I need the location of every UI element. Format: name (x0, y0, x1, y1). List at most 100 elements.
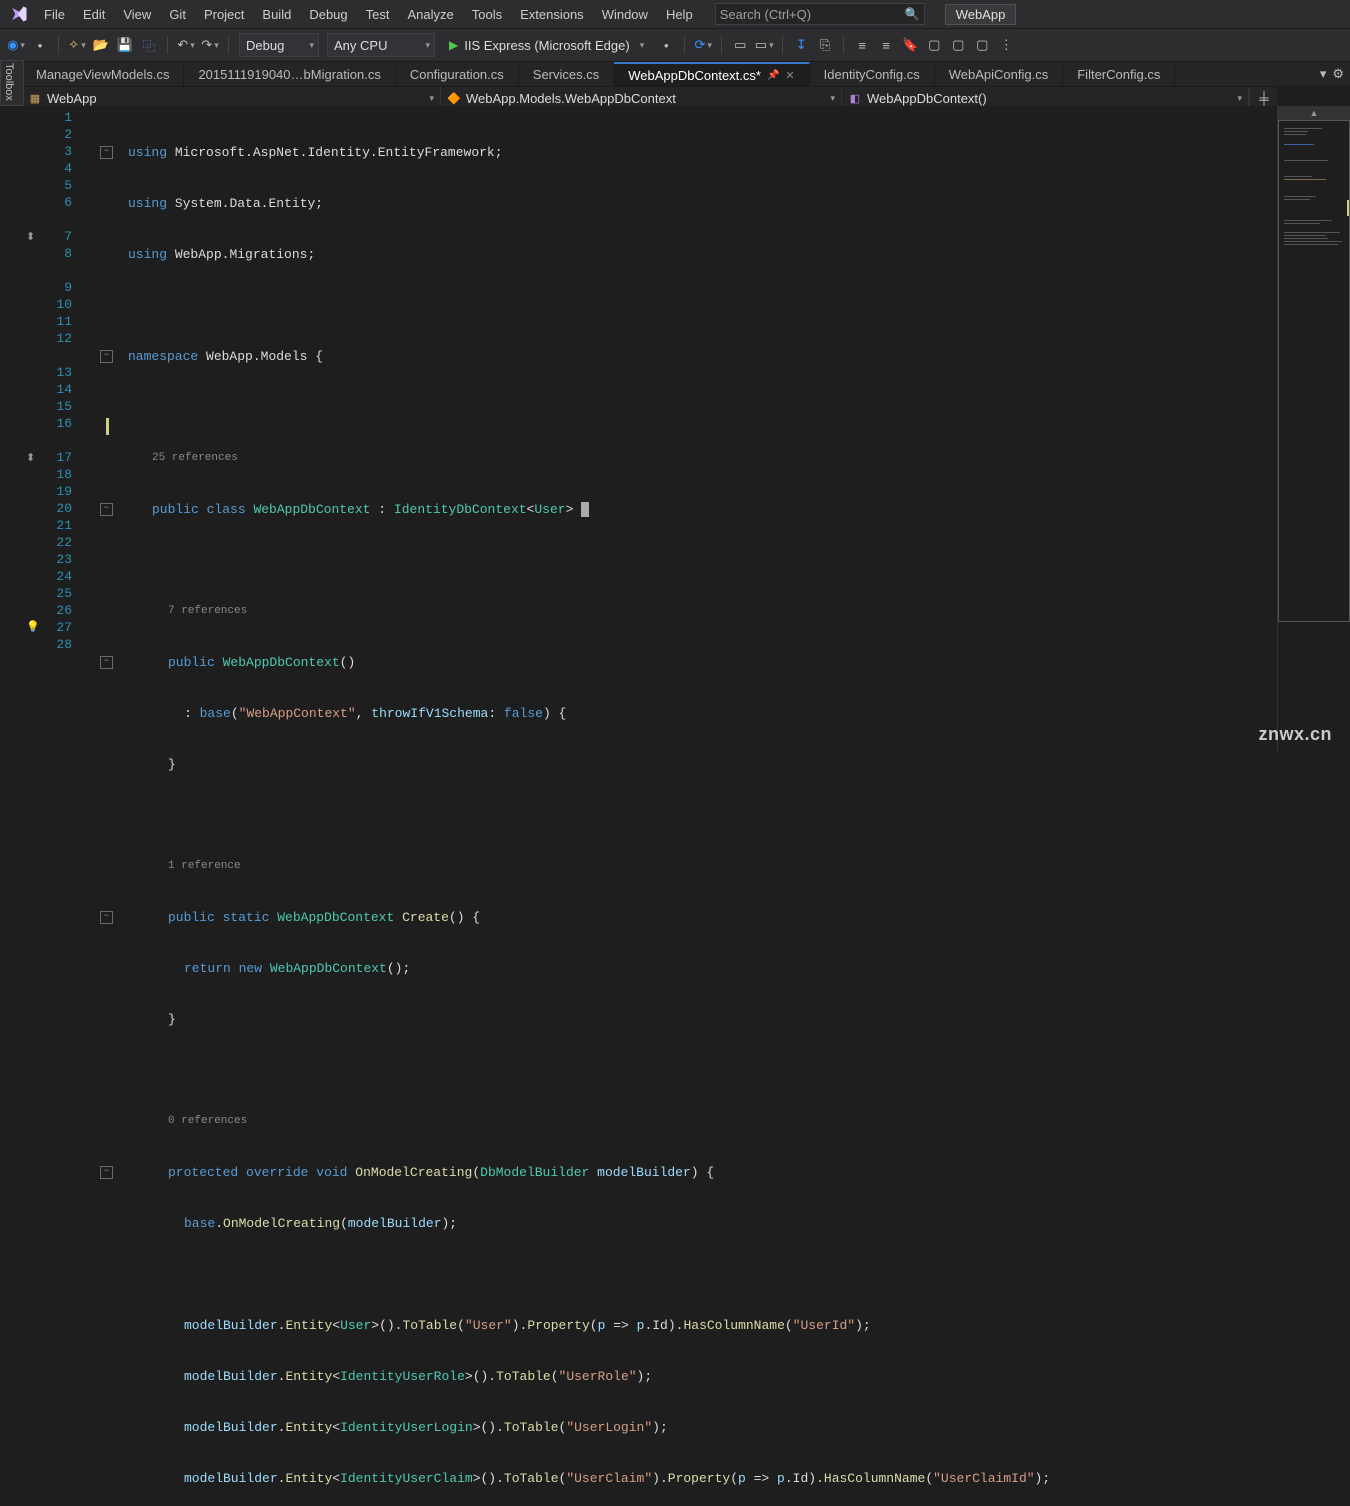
forward-nav-button[interactable]: • (30, 35, 50, 55)
tab-webapi-config[interactable]: WebApiConfig.cs (935, 62, 1063, 86)
browser-dropdown[interactable]: ▭ (754, 35, 774, 55)
tab-filter-config[interactable]: FilterConfig.cs (1063, 62, 1175, 86)
menu-file[interactable]: File (36, 4, 73, 25)
menu-project[interactable]: Project (196, 4, 252, 25)
separator (228, 36, 229, 54)
refresh-button[interactable]: ⟳ (693, 35, 713, 55)
lightbulb-icon[interactable]: 💡 (26, 620, 40, 633)
uncomment-button[interactable]: ▢ (948, 35, 968, 55)
menu-git[interactable]: Git (161, 4, 194, 25)
toggle-button[interactable]: ▢ (972, 35, 992, 55)
tab-identity-config[interactable]: IdentityConfig.cs (810, 62, 935, 86)
menu-view[interactable]: View (115, 4, 159, 25)
active-docs-dropdown-icon[interactable]: ▾ (1320, 66, 1327, 82)
indicator-margin: ⬍ ⬍ 💡 (22, 106, 48, 753)
tab-configuration[interactable]: Configuration.cs (396, 62, 519, 86)
nav-class-label: WebApp.Models.WebAppDbContext (466, 91, 676, 106)
fold-toggle[interactable]: − (100, 503, 113, 516)
fold-toggle[interactable]: − (100, 911, 113, 924)
codelens-references[interactable]: 7 references (168, 605, 247, 617)
start-debug-button[interactable]: ▶ IIS Express (Microsoft Edge) (441, 37, 652, 54)
undo-button[interactable]: ↶ (176, 35, 196, 55)
menu-debug[interactable]: Debug (301, 4, 355, 25)
tab-webappdbcontext[interactable]: WebAppDbContext.cs* 📌 ✕ (614, 62, 809, 86)
comment-button[interactable]: ▢ (924, 35, 944, 55)
tab-label: WebAppDbContext.cs* (628, 68, 761, 83)
codelens-references[interactable]: 1 reference (168, 860, 241, 872)
tab-label: FilterConfig.cs (1077, 67, 1160, 82)
menu-window[interactable]: Window (594, 4, 656, 25)
codelens-references[interactable]: 0 references (168, 1115, 247, 1127)
separator (843, 36, 844, 54)
fold-toggle[interactable]: − (100, 146, 113, 159)
tab-migration[interactable]: 2015111919040…bMigration.cs (184, 62, 395, 86)
browser-link-button[interactable]: ▭ (730, 35, 750, 55)
step-into-button[interactable]: ↧ (791, 35, 811, 55)
debug-target-more[interactable]: • (656, 35, 676, 55)
class-icon: 🔶 (447, 91, 461, 105)
nav-member-label: WebAppDbContext() (867, 91, 987, 106)
fold-toggle[interactable]: − (100, 350, 113, 363)
vertical-scrollbar-map[interactable]: ▲ (1277, 106, 1350, 753)
nav-project-label: WebApp (47, 91, 97, 106)
watermark-text: znwx.cn (1258, 724, 1332, 745)
csharp-project-icon: ▦ (28, 91, 42, 105)
separator (782, 36, 783, 54)
menu-test[interactable]: Test (358, 4, 398, 25)
tab-label: 2015111919040…bMigration.cs (198, 67, 380, 82)
override-icon[interactable]: ⬍ (26, 451, 35, 464)
separator (684, 36, 685, 54)
toolbar-overflow[interactable]: ⋮ (996, 35, 1016, 55)
toolbox-autohide-tab[interactable]: Toolbox (0, 60, 24, 106)
document-tab-well: ManageViewModels.cs 2015111919040…bMigra… (22, 62, 1350, 87)
solution-selector-button[interactable]: WebApp (945, 4, 1017, 25)
fold-toggle[interactable]: − (100, 1166, 113, 1179)
tab-services[interactable]: Services.cs (519, 62, 614, 86)
main-menu-bar: File Edit View Git Project Build Debug T… (0, 0, 1350, 28)
toolbox-label: Toolbox (1, 61, 17, 103)
fold-toggle[interactable]: − (100, 656, 113, 669)
configuration-combo[interactable]: Debug (239, 33, 319, 57)
pin-icon[interactable]: 📌 (767, 70, 779, 81)
play-icon: ▶ (449, 38, 458, 52)
method-icon: ◧ (848, 91, 862, 105)
separator (167, 36, 168, 54)
separator (721, 36, 722, 54)
back-nav-button[interactable]: ◉ (6, 35, 26, 55)
search-placeholder: Search (Ctrl+Q) (720, 7, 905, 22)
redo-button[interactable]: ↷ (200, 35, 220, 55)
track-changes-icon[interactable]: ⬍ (26, 230, 35, 243)
menu-help[interactable]: Help (658, 4, 701, 25)
scroll-up-icon[interactable]: ▲ (1278, 106, 1350, 120)
settings-icon[interactable]: ⚙ (1332, 66, 1344, 82)
codelens-references[interactable]: 25 references (152, 452, 238, 464)
tab-well-tools: ▾ ⚙ (1314, 62, 1350, 86)
menu-analyze[interactable]: Analyze (399, 4, 461, 25)
menu-edit[interactable]: Edit (75, 4, 113, 25)
run-target-label: IIS Express (Microsoft Edge) (464, 38, 629, 53)
outdent-button[interactable]: ≡ (852, 35, 872, 55)
standard-toolbar: ◉ • ✧ 📂 💾 ⿻ ↶ ↷ Debug Any CPU ▶ IIS Expr… (0, 28, 1350, 62)
menu-build[interactable]: Build (254, 4, 299, 25)
save-button[interactable]: 💾 (115, 35, 135, 55)
tab-label: IdentityConfig.cs (824, 67, 920, 82)
open-button[interactable]: 📂 (91, 35, 111, 55)
code-editor[interactable]: 1 2 3 4 5 6 7 8 9 10 11 12 13 14 15 16 1… (22, 106, 1278, 753)
menu-extensions[interactable]: Extensions (512, 4, 592, 25)
vs-logo-icon (8, 3, 30, 25)
new-item-button[interactable]: ✧ (67, 35, 87, 55)
save-all-button[interactable]: ⿻ (139, 35, 159, 55)
minimap-body[interactable] (1278, 120, 1350, 753)
tab-manage-view-models[interactable]: ManageViewModels.cs (22, 62, 184, 86)
platform-combo[interactable]: Any CPU (327, 33, 435, 57)
bookmark-button[interactable]: 🔖 (900, 35, 920, 55)
tab-label: ManageViewModels.cs (36, 67, 169, 82)
tab-label: WebApiConfig.cs (949, 67, 1048, 82)
close-icon[interactable]: ✕ (785, 69, 794, 82)
indent-button[interactable]: ≡ (876, 35, 896, 55)
menu-tools[interactable]: Tools (464, 4, 510, 25)
quick-launch-search[interactable]: Search (Ctrl+Q) 🔍 (715, 3, 925, 25)
change-indicator (106, 418, 109, 435)
step-over-button[interactable]: ⎘ (815, 35, 835, 55)
code-surface[interactable]: −using Microsoft.AspNet.Identity.EntityF… (92, 106, 1278, 753)
